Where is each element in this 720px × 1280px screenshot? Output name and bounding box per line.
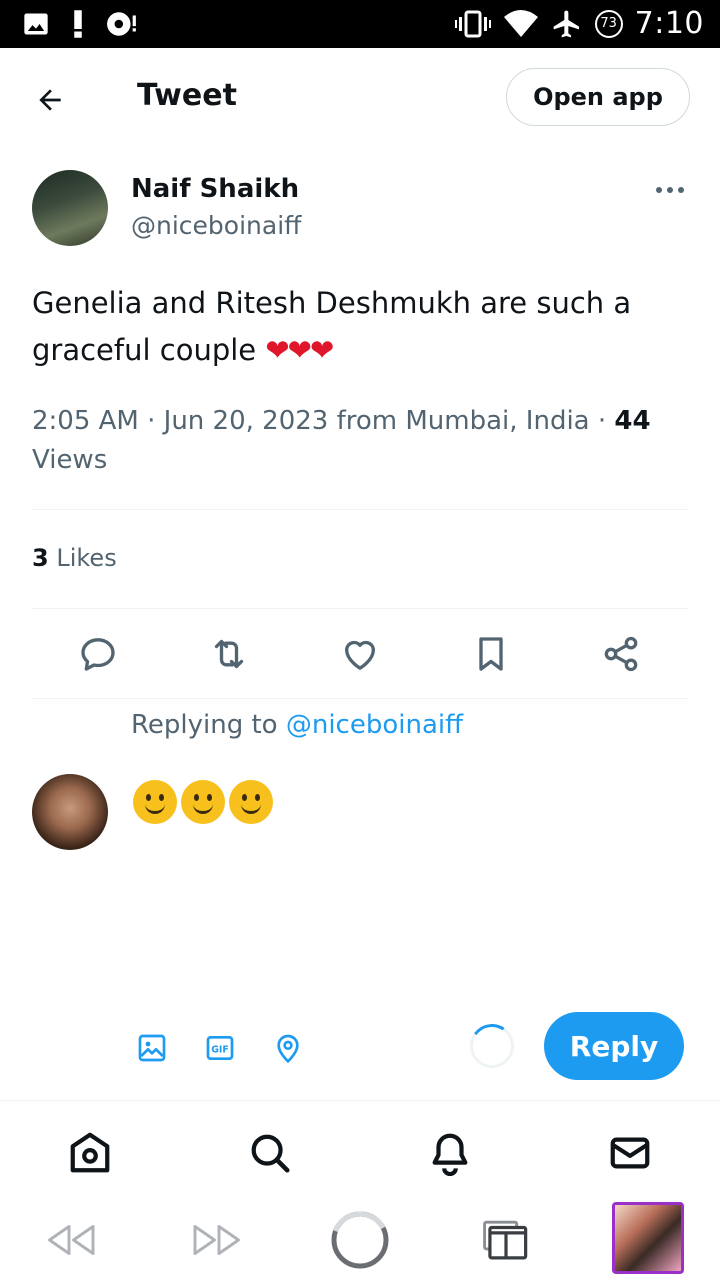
smiley-emoji [133, 780, 177, 824]
retweet-action[interactable] [205, 630, 253, 678]
open-app-button[interactable]: Open app [506, 68, 690, 126]
fast-forward-icon [193, 1225, 240, 1255]
gif-icon: GIF [206, 1036, 234, 1060]
image-icon [24, 13, 48, 35]
views-count: 44 [614, 406, 651, 436]
bell-icon [432, 1133, 468, 1176]
like-action[interactable] [336, 630, 384, 678]
browser-tabs-button[interactable] [476, 1210, 536, 1270]
more-icon-dot [678, 187, 684, 193]
author-handle[interactable]: @niceboinaiff [131, 211, 301, 240]
retweet-icon [214, 639, 244, 669]
nav-home[interactable] [66, 1129, 114, 1177]
nav-notifications[interactable] [426, 1129, 474, 1177]
add-gif-button[interactable]: GIF [202, 1030, 238, 1066]
share-action[interactable] [597, 630, 645, 678]
airplane-icon [553, 10, 579, 37]
location-pin-icon [277, 1034, 299, 1064]
status-bar: 73 7:10 [0, 0, 720, 48]
like-icon [345, 640, 375, 670]
share-icon [604, 636, 638, 672]
tweet-actions [0, 630, 720, 680]
tweet-text: Genelia and Ritesh Deshmukh are such a g… [32, 280, 672, 374]
more-icon-dot [667, 187, 673, 193]
page-title: Tweet [137, 78, 237, 113]
author-avatar[interactable] [32, 170, 108, 246]
tweet-timestamp: 2:05 AM · Jun 20, 2023 from Mumbai, Indi… [32, 406, 615, 436]
tabs-icon [483, 1220, 528, 1260]
divider [32, 608, 688, 609]
clock: 7:10 [634, 6, 704, 41]
divider [32, 509, 688, 510]
wifi-icon [503, 9, 538, 37]
loading-icon [331, 1211, 389, 1269]
add-image-button[interactable] [134, 1030, 170, 1066]
bookmark-icon [479, 637, 503, 671]
vibrate-icon [454, 10, 491, 37]
gif-label: GIF [211, 1045, 229, 1056]
tweet-meta: 2:05 AM · Jun 20, 2023 from Mumbai, Indi… [32, 402, 682, 480]
more-icon-dot [656, 187, 662, 193]
reply-icon [81, 638, 115, 671]
smiley-emoji [229, 780, 273, 824]
mail-icon [610, 1137, 650, 1169]
browser-reload-button[interactable] [330, 1210, 390, 1270]
add-location-button[interactable] [270, 1030, 306, 1066]
likes-stat[interactable]: 3 Likes [32, 544, 117, 572]
home-icon [70, 1132, 110, 1173]
likes-count: 3 [32, 544, 49, 572]
likes-label: Likes [56, 544, 117, 572]
top-bar: Tweet Open app [0, 48, 720, 148]
nav-messages[interactable] [606, 1129, 654, 1177]
browser-forward-button[interactable] [186, 1210, 246, 1270]
reply-action[interactable] [74, 630, 122, 678]
browser-back-button[interactable] [42, 1210, 102, 1270]
search-icon [251, 1134, 290, 1173]
reply-button[interactable]: Reply [544, 1012, 684, 1080]
replying-handle-link[interactable]: @niceboinaiff [286, 710, 463, 740]
current-tab-thumbnail[interactable] [612, 1202, 684, 1274]
cast-icon [107, 12, 136, 36]
user-avatar [32, 774, 108, 850]
alert-icon [74, 10, 82, 38]
reply-input[interactable] [133, 780, 273, 824]
bookmark-action[interactable] [467, 630, 515, 678]
nav-search[interactable] [246, 1129, 294, 1177]
character-count-ring [466, 1020, 518, 1072]
divider [32, 698, 688, 699]
author-name[interactable]: Naif Shaikh [131, 174, 299, 204]
smiley-emoji [181, 780, 225, 824]
arrow-left-icon [39, 89, 61, 111]
composer-toolbar: GIF Reply [0, 1010, 720, 1090]
rewind-icon [48, 1225, 95, 1255]
heart-emoji: ❤❤❤ [265, 333, 334, 367]
image-icon [138, 1034, 166, 1062]
battery-saver-icon: 73 [594, 9, 623, 38]
views-label: Views [32, 445, 108, 475]
replying-prefix: Replying to [131, 710, 286, 740]
back-button[interactable] [28, 78, 72, 122]
bottom-navigation [0, 1100, 720, 1200]
browser-toolbar [0, 1200, 720, 1280]
more-options-button[interactable] [650, 176, 690, 204]
replying-to: Replying to @niceboinaiff [131, 710, 463, 740]
